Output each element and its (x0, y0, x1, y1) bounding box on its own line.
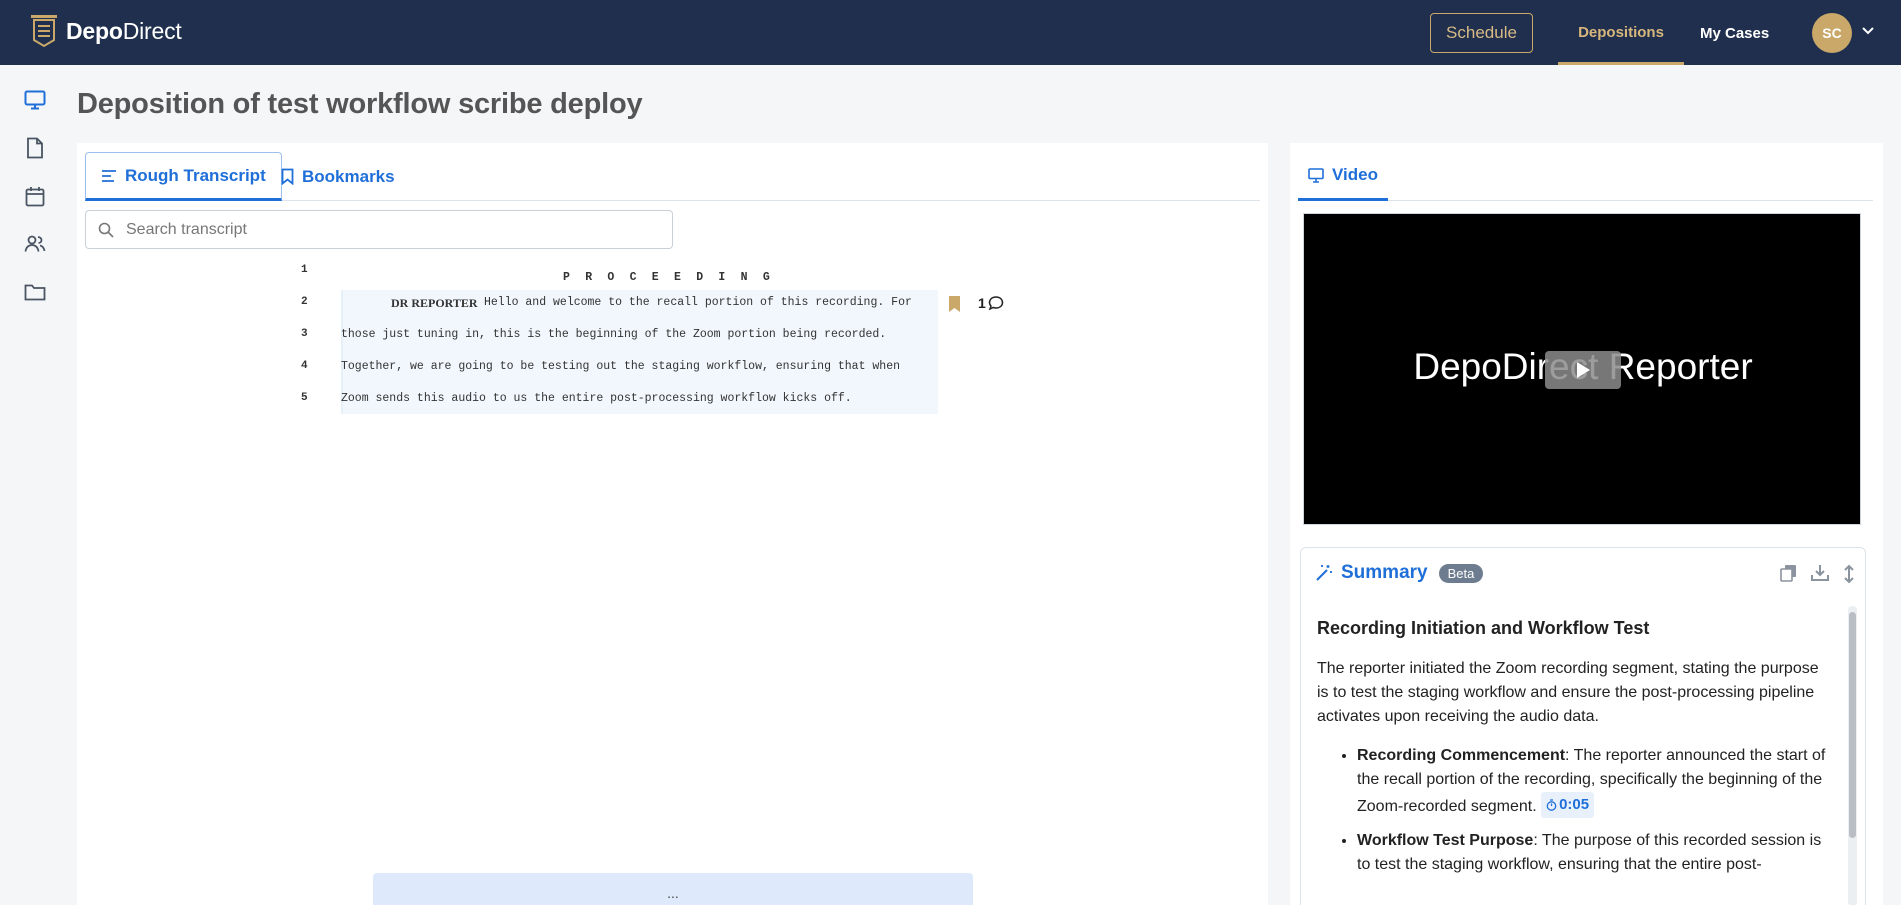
summary-paragraph: The reporter initiated the Zoom recordin… (1317, 660, 1819, 725)
tab-bookmarks[interactable]: Bookmarks (266, 152, 410, 201)
comment-count: 1 (978, 295, 986, 311)
line-number: 4 (301, 360, 308, 372)
rail-item-calendar[interactable] (22, 183, 48, 209)
summary-title: Summary (1341, 562, 1428, 583)
summary-list: Recording Commencement: The reporter ann… (1317, 744, 1827, 877)
summary-card: Summary Beta Recording Initiation and Wo… (1300, 547, 1866, 905)
line-number: 3 (301, 328, 308, 340)
search-icon (98, 222, 114, 238)
summary-scrollbar[interactable] (1848, 606, 1857, 905)
search-box (85, 210, 673, 249)
monitor-icon (24, 90, 46, 110)
nav-depositions[interactable]: Depositions (1558, 0, 1684, 65)
align-left-icon (102, 169, 116, 182)
logo-text: DepoDirect (66, 17, 182, 44)
list-item: Recording Commencement: The reporter ann… (1357, 744, 1827, 819)
bookmark-flag-icon[interactable] (948, 296, 961, 312)
top-bar: DepoDirect Schedule Depositions My Cases… (0, 0, 1901, 65)
summary-body: Recording Initiation and Workflow Test T… (1317, 610, 1827, 887)
beta-badge: Beta (1438, 563, 1484, 583)
transcript-line[interactable]: Zoom sends this audio to us the entire p… (341, 392, 852, 405)
speaker-label: DR REPORTER (391, 296, 478, 310)
video-player[interactable]: DepoDirect Reporter (1303, 213, 1861, 525)
timestamp-link[interactable]: 0:05 (1541, 792, 1595, 818)
media-panel: Video DepoDirect Reporter Summary Beta R… (1290, 143, 1883, 905)
comment-indicator[interactable]: 1 (978, 295, 1004, 311)
folder-icon (24, 284, 46, 301)
play-button[interactable] (1545, 351, 1621, 389)
monitor-icon (1308, 167, 1324, 183)
line-number: 1 (301, 264, 308, 276)
logo-icon (31, 15, 57, 48)
transcript-heading: P R O C E E D I N G (563, 271, 774, 284)
chevron-down-icon[interactable] (1861, 26, 1875, 36)
bullet-term: Recording Commencement (1357, 747, 1566, 764)
magic-wand-icon (1316, 565, 1332, 581)
tab-label: Rough Transcript (125, 165, 266, 185)
tab-video[interactable]: Video (1298, 152, 1388, 201)
rail-item-depositions[interactable] (22, 87, 48, 113)
transcript-tabs: Rough Transcript Bookmarks (85, 152, 1260, 201)
video-tabs: Video (1298, 152, 1873, 201)
summary-toolbar (1780, 564, 1855, 584)
left-rail (0, 65, 70, 905)
summary-header: Summary Beta (1315, 562, 1484, 584)
app-logo[interactable]: DepoDirect (30, 14, 182, 48)
schedule-button[interactable]: Schedule (1430, 13, 1533, 53)
line-number: 5 (301, 392, 308, 404)
play-icon (1577, 362, 1590, 378)
document-icon (27, 137, 43, 159)
list-item: Workflow Test Purpose: The purpose of th… (1357, 829, 1827, 877)
tab-label: Video (1332, 165, 1378, 184)
transcript-line[interactable]: those just tuning in, this is the beginn… (341, 328, 886, 341)
summary-section-title: Recording Initiation and Workflow Test (1317, 618, 1650, 638)
tab-rough-transcript[interactable]: Rough Transcript (85, 152, 282, 201)
tab-label: Bookmarks (302, 166, 395, 186)
bookmark-icon (281, 168, 294, 185)
rail-item-documents[interactable] (22, 135, 48, 161)
copy-icon[interactable] (1780, 564, 1797, 582)
expand-vertical-icon[interactable] (1843, 564, 1855, 584)
stopwatch-icon (1546, 799, 1557, 811)
line-number: 2 (301, 296, 308, 308)
transcript-line[interactable]: Together, we are going to be testing out… (341, 360, 900, 373)
rail-item-folders[interactable] (22, 279, 48, 305)
load-more-bar[interactable]: ... (373, 873, 973, 905)
avatar[interactable]: SC (1812, 13, 1852, 53)
scrollbar-thumb[interactable] (1849, 612, 1856, 838)
comment-icon (988, 296, 1004, 311)
users-icon (24, 235, 46, 252)
page-title: Deposition of test workflow scribe deplo… (77, 88, 643, 120)
download-icon[interactable] (1811, 564, 1829, 582)
rail-item-people[interactable] (22, 231, 48, 257)
transcript-line[interactable]: Hello and welcome to the recall portion … (484, 296, 912, 309)
nav-my-cases[interactable]: My Cases (1700, 0, 1769, 65)
bullet-term: Workflow Test Purpose (1357, 832, 1534, 849)
timestamp-value: 0:05 (1559, 796, 1590, 813)
calendar-icon (25, 186, 45, 206)
search-input[interactable] (126, 220, 656, 239)
transcript-panel: Rough Transcript Bookmarks 1 2 3 4 5 P R… (77, 143, 1268, 905)
